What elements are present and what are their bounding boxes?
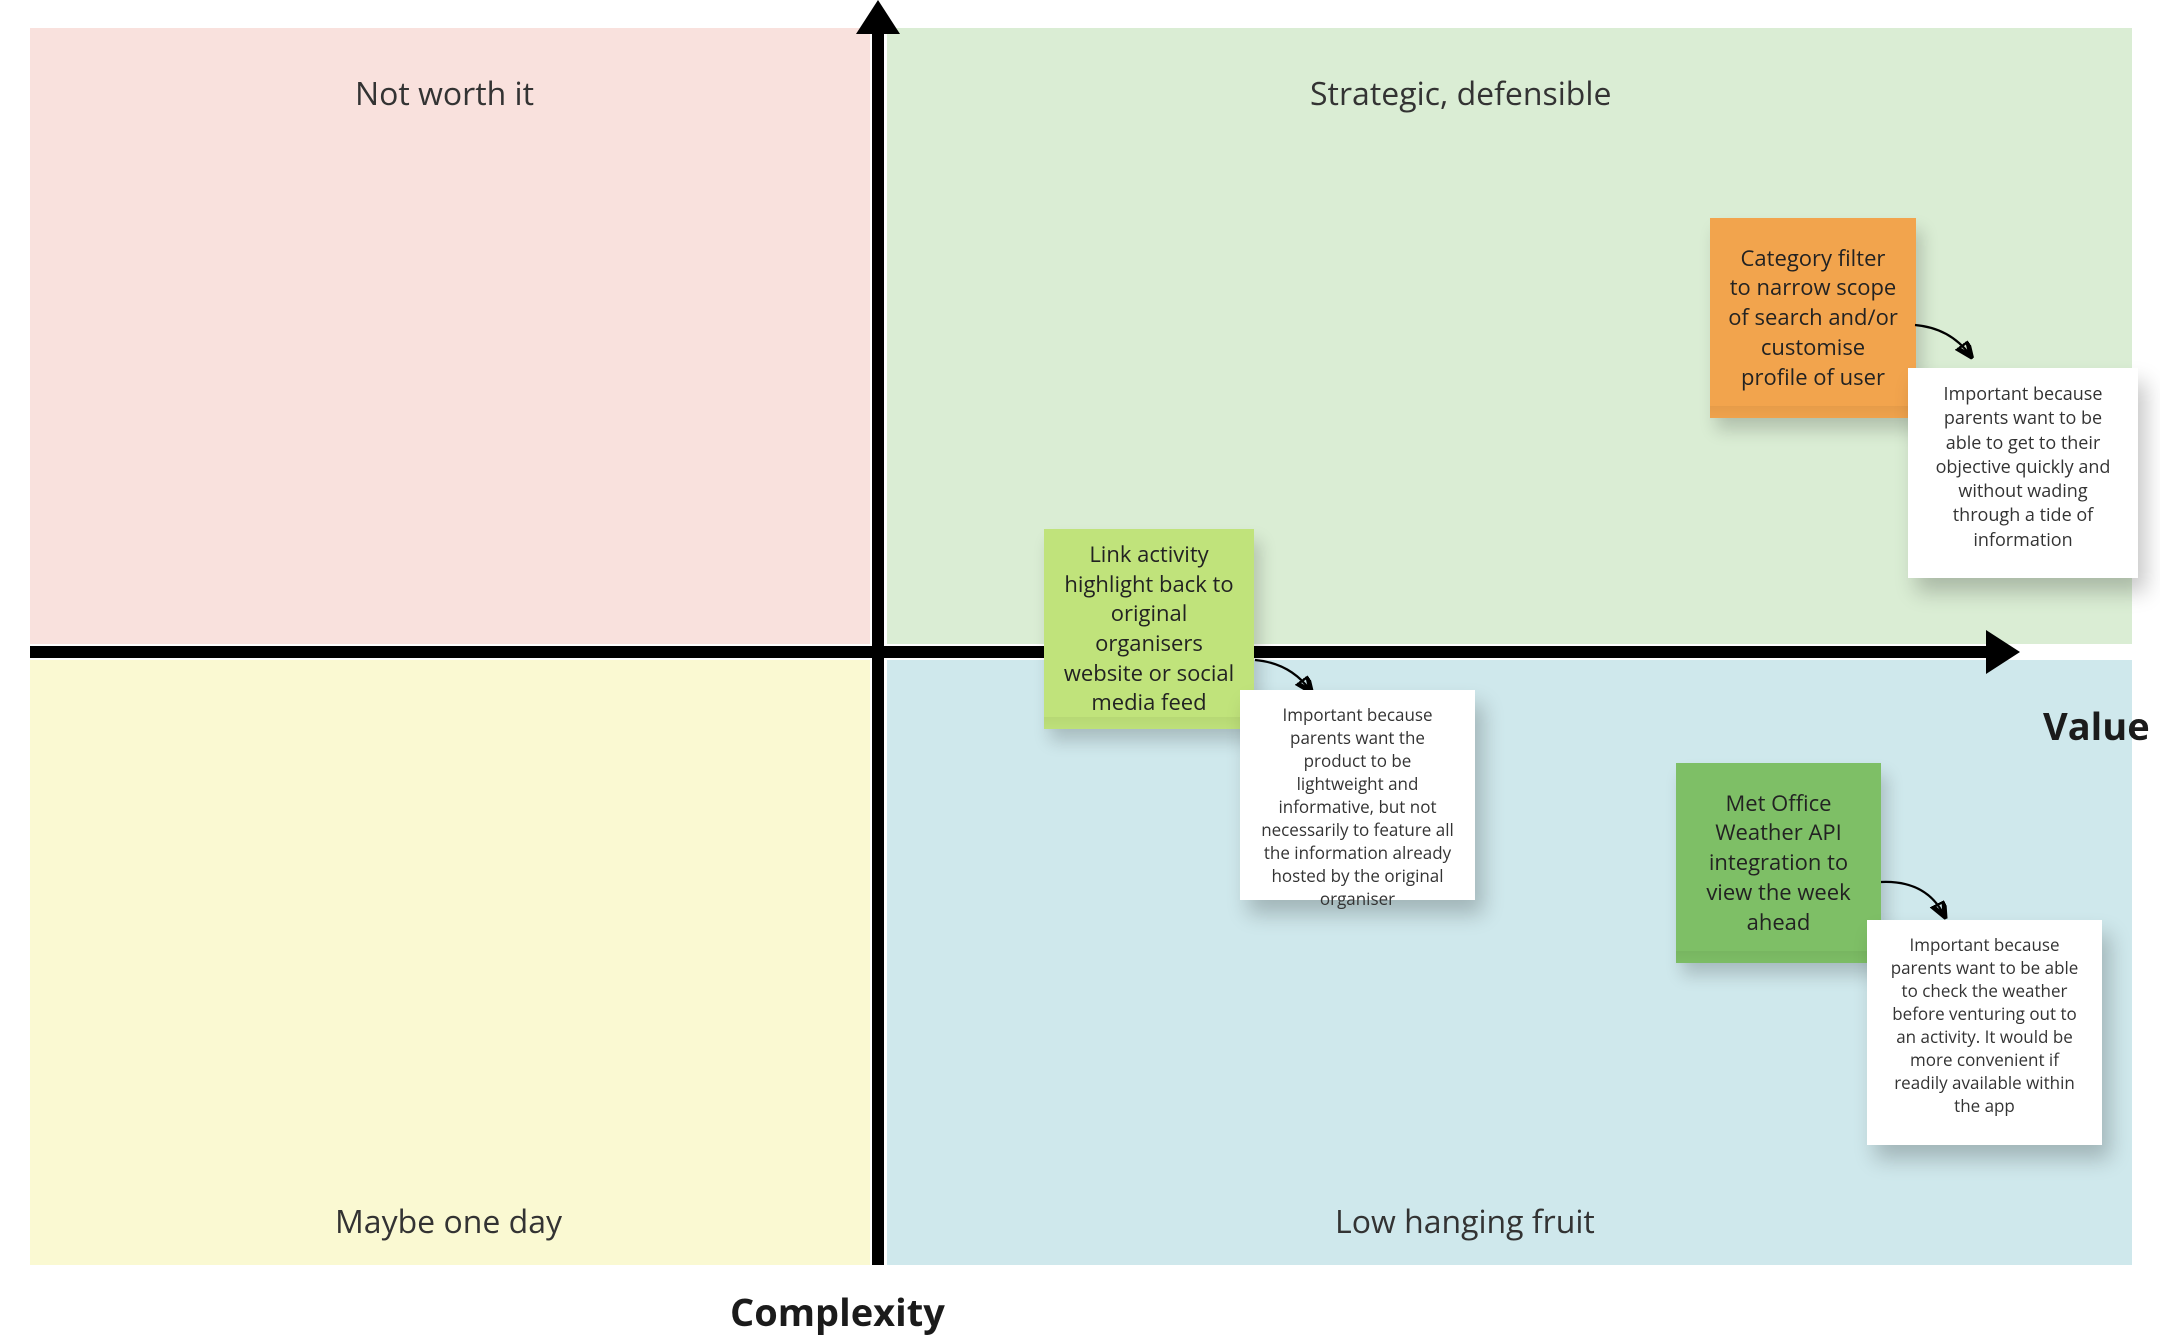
sticky-link-activity[interactable]: Link activity highlight back to original… — [1044, 529, 1254, 729]
quadrant-top-left — [30, 28, 870, 644]
note-link-activity: Important because parents want the produ… — [1240, 690, 1475, 900]
note-category-filter: Important because parents want to be abl… — [1908, 368, 2138, 578]
sticky-text: Category filter to narrow scope of searc… — [1728, 244, 1898, 392]
y-axis-label: Complexity — [730, 1286, 945, 1338]
sticky-met-office[interactable]: Met Office Weather API integration to vi… — [1676, 763, 1881, 963]
y-axis-arrow — [856, 0, 900, 34]
x-axis-label: Value — [2043, 700, 2150, 752]
sticky-text: Link activity highlight back to original… — [1062, 540, 1236, 718]
note-text: Important because parents want to be abl… — [1936, 382, 2111, 552]
y-axis — [872, 30, 884, 1265]
quadrant-label-bottom-right: Low hanging fruit — [1335, 1200, 1595, 1243]
x-axis — [30, 646, 1990, 658]
quadrant-bottom-left — [30, 660, 870, 1265]
quadrant-label-top-left: Not worth it — [355, 72, 534, 115]
note-met-office: Important because parents want to be abl… — [1867, 920, 2102, 1145]
sticky-category-filter[interactable]: Category filter to narrow scope of searc… — [1710, 218, 1916, 418]
note-text: Important because parents want to be abl… — [1891, 933, 2079, 1117]
quadrant-label-bottom-left: Maybe one day — [335, 1200, 562, 1243]
complexity-value-matrix: Not worth it Strategic, defensible Maybe… — [0, 0, 2160, 1342]
note-text: Important because parents want the produ… — [1261, 703, 1454, 910]
quadrant-label-top-right: Strategic, defensible — [1310, 72, 1611, 115]
sticky-text: Met Office Weather API integration to vi… — [1694, 789, 1863, 937]
x-axis-arrow — [1986, 630, 2020, 674]
